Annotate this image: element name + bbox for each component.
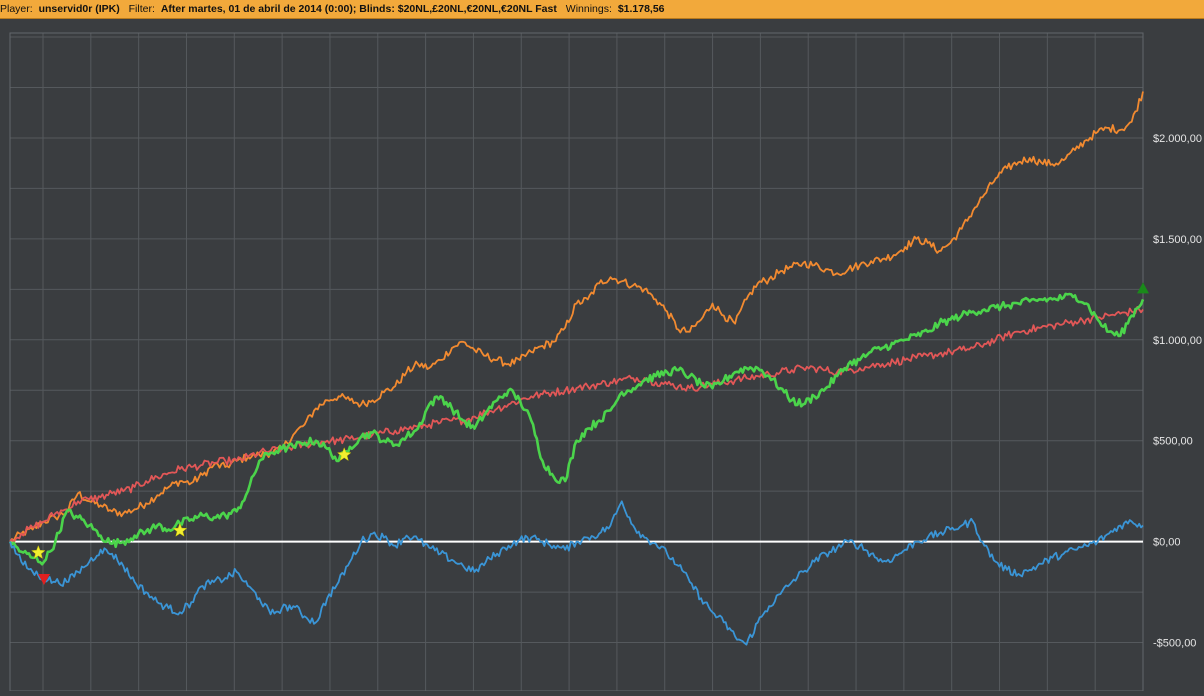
- y-axis-ticks: -$500,00 $0,00 $500,00 $1.000,00 $1.500,00 $2…: [1153, 133, 1202, 650]
- winnings-value: $1.178,56: [617, 3, 665, 15]
- filter-label: Filter:: [128, 3, 155, 15]
- triangle-up-marker: [1137, 282, 1149, 294]
- winnings-label: Winnings:: [565, 3, 612, 15]
- y-tick-label: $2.000,00: [1153, 133, 1202, 145]
- series-layer: [8, 91, 1145, 646]
- y-tick-label: $500,00: [1153, 436, 1193, 448]
- graph-area: -$500,00 $0,00 $500,00 $1.000,00 $1.500,00 $2…: [0, 19, 1204, 692]
- winnings-chart: -$500,00 $0,00 $500,00 $1.000,00 $1.500,00 $2…: [8, 32, 1202, 692]
- y-tick-label: -$500,00: [1153, 638, 1196, 650]
- y-tick-label: $1.500,00: [1153, 234, 1202, 246]
- series-line-2: [9, 306, 1144, 544]
- y-tick-label: $1.000,00: [1153, 335, 1202, 347]
- player-value: unservid0r (IPK): [38, 3, 120, 15]
- series-line-1: [9, 91, 1144, 543]
- filter-value: After martes, 01 de abril de 2014 (0:00)…: [160, 3, 557, 15]
- grid: [9, 32, 1144, 692]
- filter-header-bar: Player: unservid0r (IPK) Filter: After m…: [0, 0, 1204, 19]
- player-label: Player:: [0, 3, 33, 15]
- y-tick-label: $0,00: [1153, 537, 1181, 549]
